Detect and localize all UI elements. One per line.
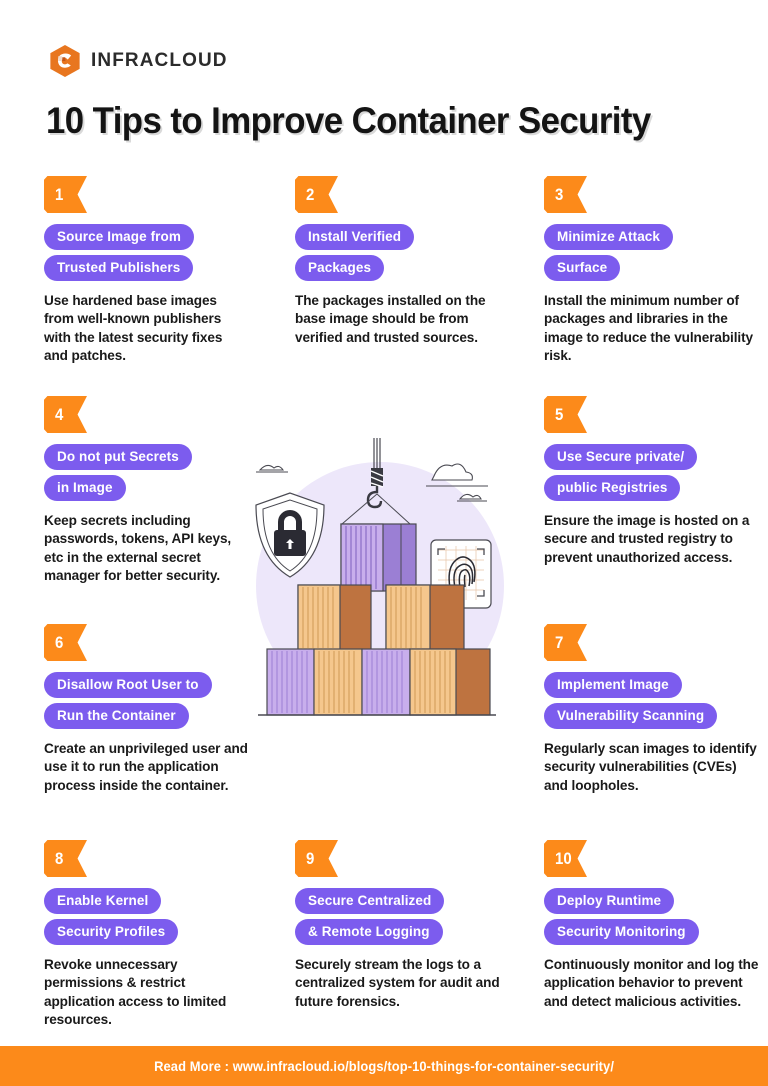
page-title: 10 Tips to Improve Container Security [46, 100, 651, 141]
tip-number-badge: 10 [544, 840, 587, 877]
tip-number: 1 [55, 185, 64, 204]
footer-bar: Read More : www.infracloud.io/blogs/top-… [0, 1046, 768, 1086]
brand-logo: INFRACLOUD [48, 44, 228, 78]
tip-label-line1: Secure Centralized [295, 888, 445, 914]
tip-number: 4 [55, 405, 64, 424]
tip-number: 8 [55, 849, 64, 868]
tip-label-line1: Implement Image [544, 672, 682, 698]
tip-card-9: 9 Secure Centralized & Remote Logging Se… [295, 840, 510, 1011]
tip-number-badge: 4 [44, 396, 87, 433]
tip-number-badge: 5 [544, 396, 587, 433]
tip-label-line2: Packages [295, 255, 385, 281]
tip-number-badge: 8 [44, 840, 87, 877]
tip-label-line2: & Remote Logging [295, 919, 443, 945]
tip-label-line1: Source Image from [44, 224, 194, 250]
tip-card-6: 6 Disallow Root User to Run the Containe… [44, 624, 249, 795]
tip-description: Use hardened base images from well-known… [44, 293, 223, 364]
tip-number: 2 [306, 185, 315, 204]
tip-label-line2: Trusted Publishers [44, 255, 194, 281]
tip-number-badge: 1 [44, 176, 87, 213]
tip-description: Continuously monitor and log the applica… [544, 957, 759, 1009]
tip-label-line1: Install Verified [295, 224, 415, 250]
infracloud-hexagon-logo-icon [50, 45, 80, 77]
tip-label-line1: Minimize Attack [544, 224, 674, 250]
tip-number: 3 [555, 185, 564, 204]
tip-label-line1: Use Secure private/ [544, 444, 698, 470]
tip-label-line2: public Registries [544, 475, 681, 501]
tip-label-line2: Run the Container [44, 703, 189, 729]
tip-number-badge: 2 [295, 176, 338, 213]
tip-description: Install the minimum number of packages a… [544, 293, 753, 364]
tip-description: Create an unprivileged user and use it t… [44, 741, 248, 793]
tip-label-line2: Security Monitoring [544, 919, 699, 945]
tip-number: 9 [306, 849, 315, 868]
hanging-container [340, 523, 417, 592]
container-row-bottom [266, 648, 491, 716]
tip-description: Securely stream the logs to a centralize… [295, 957, 500, 1009]
tip-description: Keep secrets including passwords, tokens… [44, 513, 232, 584]
tip-number-badge: 3 [544, 176, 587, 213]
tip-card-3: 3 Minimize Attack Surface Install the mi… [544, 176, 759, 366]
tip-card-1: 1 Source Image from Trusted Publishers U… [44, 176, 249, 366]
cloud-icon [256, 464, 288, 473]
tip-number: 7 [555, 633, 564, 652]
read-more-link[interactable]: Read More : www.infracloud.io/blogs/top-… [154, 1059, 614, 1074]
tip-label-line2: Security Profiles [44, 919, 179, 945]
infographic-page: INFRACLOUD 10 Tips to Improve Container … [0, 0, 768, 1086]
tip-card-7: 7 Implement Image Vulnerability Scanning… [544, 624, 759, 795]
tip-label-line1: Disallow Root User to [44, 672, 212, 698]
tip-number-badge: 9 [295, 840, 338, 877]
tip-label-line2: in Image [44, 475, 126, 501]
tip-label-line2: Surface [544, 255, 621, 281]
tip-number-badge: 7 [544, 624, 587, 661]
tip-label-line1: Do not put Secrets [44, 444, 192, 470]
brand-name: INFRACLOUD [91, 50, 228, 71]
tip-number: 6 [55, 633, 64, 652]
tip-number: 5 [555, 405, 564, 424]
tip-number: 10 [555, 849, 572, 868]
tip-description: Ensure the image is hosted on a secure a… [544, 513, 750, 565]
tip-card-5: 5 Use Secure private/ public Registries … [544, 396, 759, 567]
tip-description: Revoke unnecessary permissions & restric… [44, 957, 227, 1028]
tip-card-2: 2 Install Verified Packages The packages… [295, 176, 510, 347]
tip-card-8: 8 Enable Kernel Security Profiles Revoke… [44, 840, 249, 1030]
tip-label-line1: Deploy Runtime [544, 888, 675, 914]
tip-card-4: 4 Do not put Secrets in Image Keep secre… [44, 396, 249, 586]
tip-description: Regularly scan images to identify securi… [544, 741, 757, 793]
container-security-illustration [255, 438, 504, 716]
tip-number-badge: 6 [44, 624, 87, 661]
tip-label-line1: Enable Kernel [44, 888, 162, 914]
tip-label-line2: Vulnerability Scanning [544, 703, 718, 729]
tip-card-10: 10 Deploy Runtime Security Monitoring Co… [544, 840, 759, 1011]
tip-description: The packages installed on the base image… [295, 293, 486, 345]
